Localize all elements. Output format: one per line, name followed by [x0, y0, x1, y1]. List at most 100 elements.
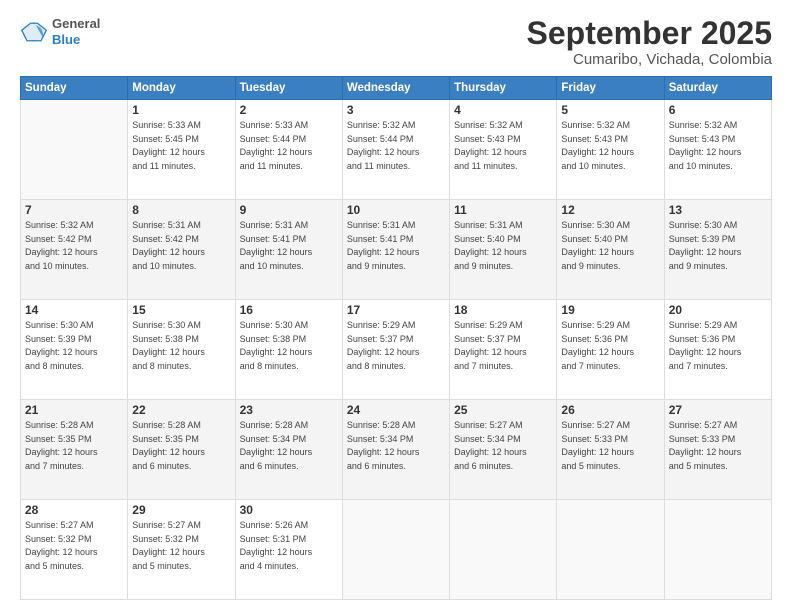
day-info: Sunrise: 5:27 AM Sunset: 5:32 PM Dayligh…: [132, 519, 230, 573]
day-info: Sunrise: 5:33 AM Sunset: 5:45 PM Dayligh…: [132, 119, 230, 173]
day-number: 25: [454, 403, 552, 417]
table-row: 28 Sunrise: 5:27 AM Sunset: 5:32 PM Dayli…: [21, 500, 128, 600]
logo-general: General: [52, 16, 100, 32]
day-info: Sunrise: 5:33 AM Sunset: 5:44 PM Dayligh…: [240, 119, 338, 173]
day-info: Sunrise: 5:28 AM Sunset: 5:34 PM Dayligh…: [347, 419, 445, 473]
day-number: 1: [132, 103, 230, 117]
day-number: 30: [240, 503, 338, 517]
day-number: 4: [454, 103, 552, 117]
table-row: 11Sunrise: 5:31 AM Sunset: 5:40 PM Dayli…: [450, 200, 557, 300]
table-row: 23 Sunrise: 5:28 AM Sunset: 5:34 PM Dayli…: [235, 400, 342, 500]
table-row: [21, 100, 128, 200]
table-row: 6 Sunrise: 5:32 AM Sunset: 5:43 PM Daylig…: [664, 100, 771, 200]
day-info: Sunrise: 5:27 AM Sunset: 5:33 PM Dayligh…: [669, 419, 767, 473]
day-info: Sunrise: 5:32 AM Sunset: 5:43 PM Dayligh…: [561, 119, 659, 173]
day-number: 2: [240, 103, 338, 117]
table-row: 15 Sunrise: 5:30 AM Sunset: 5:38 PM Dayli…: [128, 300, 235, 400]
page-title: September 2025: [527, 16, 772, 51]
day-info: Sunrise: 5:31 AM Sunset: 5:42 PM Dayligh…: [132, 219, 230, 273]
table-row: [664, 500, 771, 600]
calendar-day-header: Wednesday: [342, 77, 449, 100]
table-row: [557, 500, 664, 600]
logo: General Blue: [20, 16, 100, 47]
logo-text: General Blue: [52, 16, 100, 47]
day-number: 20: [669, 303, 767, 317]
table-row: 16 Sunrise: 5:30 AM Sunset: 5:38 PM Dayli…: [235, 300, 342, 400]
day-info: Sunrise: 5:29 AM Sunset: 5:36 PM Dayligh…: [561, 319, 659, 373]
day-number: 11: [454, 203, 552, 217]
day-number: 13: [669, 203, 767, 217]
table-row: 27 Sunrise: 5:27 AM Sunset: 5:33 PM Dayli…: [664, 400, 771, 500]
day-number: 6: [669, 103, 767, 117]
day-info: Sunrise: 5:30 AM Sunset: 5:40 PM Dayligh…: [561, 219, 659, 273]
calendar-week-row: 1 Sunrise: 5:33 AM Sunset: 5:45 PM Daylig…: [21, 100, 772, 200]
calendar-day-header: Friday: [557, 77, 664, 100]
day-info: Sunrise: 5:29 AM Sunset: 5:37 PM Dayligh…: [454, 319, 552, 373]
day-info: Sunrise: 5:27 AM Sunset: 5:32 PM Dayligh…: [25, 519, 123, 573]
table-row: 7Sunrise: 5:32 AM Sunset: 5:42 PM Daylig…: [21, 200, 128, 300]
day-info: Sunrise: 5:28 AM Sunset: 5:35 PM Dayligh…: [25, 419, 123, 473]
table-row: 22 Sunrise: 5:28 AM Sunset: 5:35 PM Dayli…: [128, 400, 235, 500]
table-row: 2 Sunrise: 5:33 AM Sunset: 5:44 PM Daylig…: [235, 100, 342, 200]
table-row: 30 Sunrise: 5:26 AM Sunset: 5:31 PM Dayli…: [235, 500, 342, 600]
table-row: 17Sunrise: 5:29 AM Sunset: 5:37 PM Dayli…: [342, 300, 449, 400]
day-number: 14: [25, 303, 123, 317]
table-row: 5Sunrise: 5:32 AM Sunset: 5:43 PM Daylig…: [557, 100, 664, 200]
day-info: Sunrise: 5:28 AM Sunset: 5:35 PM Dayligh…: [132, 419, 230, 473]
table-row: [342, 500, 449, 600]
table-row: 3 Sunrise: 5:32 AM Sunset: 5:44 PM Daylig…: [342, 100, 449, 200]
page: General Blue September 2025 Cumaribo, Vi…: [0, 0, 792, 612]
table-row: 14 Sunrise: 5:30 AM Sunset: 5:39 PM Dayli…: [21, 300, 128, 400]
day-number: 26: [561, 403, 659, 417]
day-number: 15: [132, 303, 230, 317]
header: General Blue September 2025 Cumaribo, Vi…: [20, 16, 772, 68]
table-row: 26 Sunrise: 5:27 AM Sunset: 5:33 PM Dayli…: [557, 400, 664, 500]
table-row: [450, 500, 557, 600]
day-info: Sunrise: 5:29 AM Sunset: 5:36 PM Dayligh…: [669, 319, 767, 373]
day-info: Sunrise: 5:30 AM Sunset: 5:39 PM Dayligh…: [669, 219, 767, 273]
day-info: Sunrise: 5:28 AM Sunset: 5:34 PM Dayligh…: [240, 419, 338, 473]
table-row: 1 Sunrise: 5:33 AM Sunset: 5:45 PM Daylig…: [128, 100, 235, 200]
day-info: Sunrise: 5:27 AM Sunset: 5:33 PM Dayligh…: [561, 419, 659, 473]
title-block: September 2025 Cumaribo, Vichada, Colomb…: [527, 16, 772, 68]
day-number: 24: [347, 403, 445, 417]
day-info: Sunrise: 5:32 AM Sunset: 5:43 PM Dayligh…: [669, 119, 767, 173]
table-row: 13 Sunrise: 5:30 AM Sunset: 5:39 PM Dayli…: [664, 200, 771, 300]
day-number: 18: [454, 303, 552, 317]
day-number: 28: [25, 503, 123, 517]
day-number: 7: [25, 203, 123, 217]
day-number: 22: [132, 403, 230, 417]
day-info: Sunrise: 5:29 AM Sunset: 5:37 PM Dayligh…: [347, 319, 445, 373]
table-row: 20 Sunrise: 5:29 AM Sunset: 5:36 PM Dayli…: [664, 300, 771, 400]
table-row: 24 Sunrise: 5:28 AM Sunset: 5:34 PM Dayli…: [342, 400, 449, 500]
calendar-week-row: 7Sunrise: 5:32 AM Sunset: 5:42 PM Daylig…: [21, 200, 772, 300]
table-row: 8Sunrise: 5:31 AM Sunset: 5:42 PM Daylig…: [128, 200, 235, 300]
calendar-day-header: Sunday: [21, 77, 128, 100]
day-number: 3: [347, 103, 445, 117]
calendar-table: SundayMondayTuesdayWednesdayThursdayFrid…: [20, 76, 772, 600]
calendar-day-header: Saturday: [664, 77, 771, 100]
day-number: 16: [240, 303, 338, 317]
table-row: 9Sunrise: 5:31 AM Sunset: 5:41 PM Daylig…: [235, 200, 342, 300]
table-row: 18 Sunrise: 5:29 AM Sunset: 5:37 PM Dayli…: [450, 300, 557, 400]
day-info: Sunrise: 5:32 AM Sunset: 5:44 PM Dayligh…: [347, 119, 445, 173]
calendar-week-row: 28 Sunrise: 5:27 AM Sunset: 5:32 PM Dayli…: [21, 500, 772, 600]
page-subtitle: Cumaribo, Vichada, Colombia: [527, 51, 772, 68]
day-info: Sunrise: 5:30 AM Sunset: 5:38 PM Dayligh…: [240, 319, 338, 373]
table-row: 12Sunrise: 5:30 AM Sunset: 5:40 PM Dayli…: [557, 200, 664, 300]
day-info: Sunrise: 5:30 AM Sunset: 5:39 PM Dayligh…: [25, 319, 123, 373]
table-row: 4Sunrise: 5:32 AM Sunset: 5:43 PM Daylig…: [450, 100, 557, 200]
logo-icon: [20, 18, 48, 46]
calendar-day-header: Monday: [128, 77, 235, 100]
day-info: Sunrise: 5:30 AM Sunset: 5:38 PM Dayligh…: [132, 319, 230, 373]
day-number: 19: [561, 303, 659, 317]
calendar-week-row: 21 Sunrise: 5:28 AM Sunset: 5:35 PM Dayli…: [21, 400, 772, 500]
day-info: Sunrise: 5:27 AM Sunset: 5:34 PM Dayligh…: [454, 419, 552, 473]
table-row: 29 Sunrise: 5:27 AM Sunset: 5:32 PM Dayli…: [128, 500, 235, 600]
day-info: Sunrise: 5:26 AM Sunset: 5:31 PM Dayligh…: [240, 519, 338, 573]
day-number: 27: [669, 403, 767, 417]
day-number: 21: [25, 403, 123, 417]
day-number: 23: [240, 403, 338, 417]
day-info: Sunrise: 5:31 AM Sunset: 5:41 PM Dayligh…: [240, 219, 338, 273]
day-number: 29: [132, 503, 230, 517]
